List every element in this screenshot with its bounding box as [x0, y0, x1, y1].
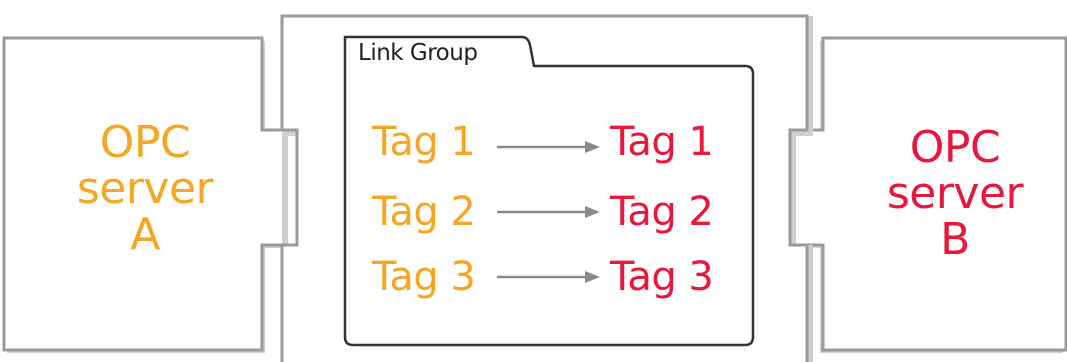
server-b-line-2: server — [886, 168, 1024, 219]
target-tag-3: Tag 3 — [610, 254, 714, 300]
source-tag-1: Tag 1 — [372, 119, 476, 165]
server-b-line-1: OPC — [909, 122, 1001, 173]
server-a-line-1: OPC — [99, 117, 191, 168]
target-tag-2: Tag 2 — [610, 189, 714, 235]
server-b-label: OPC server B — [855, 125, 1055, 263]
server-a-line-3: A — [130, 209, 160, 260]
target-tag-1: Tag 1 — [610, 119, 714, 165]
server-b-line-3: B — [940, 214, 970, 265]
link-group-title: Link Group — [358, 40, 478, 66]
source-tag-3: Tag 3 — [372, 254, 476, 300]
server-a-label: OPC server A — [55, 120, 235, 258]
source-tag-2: Tag 2 — [372, 189, 476, 235]
server-a-line-2: server — [76, 163, 214, 214]
